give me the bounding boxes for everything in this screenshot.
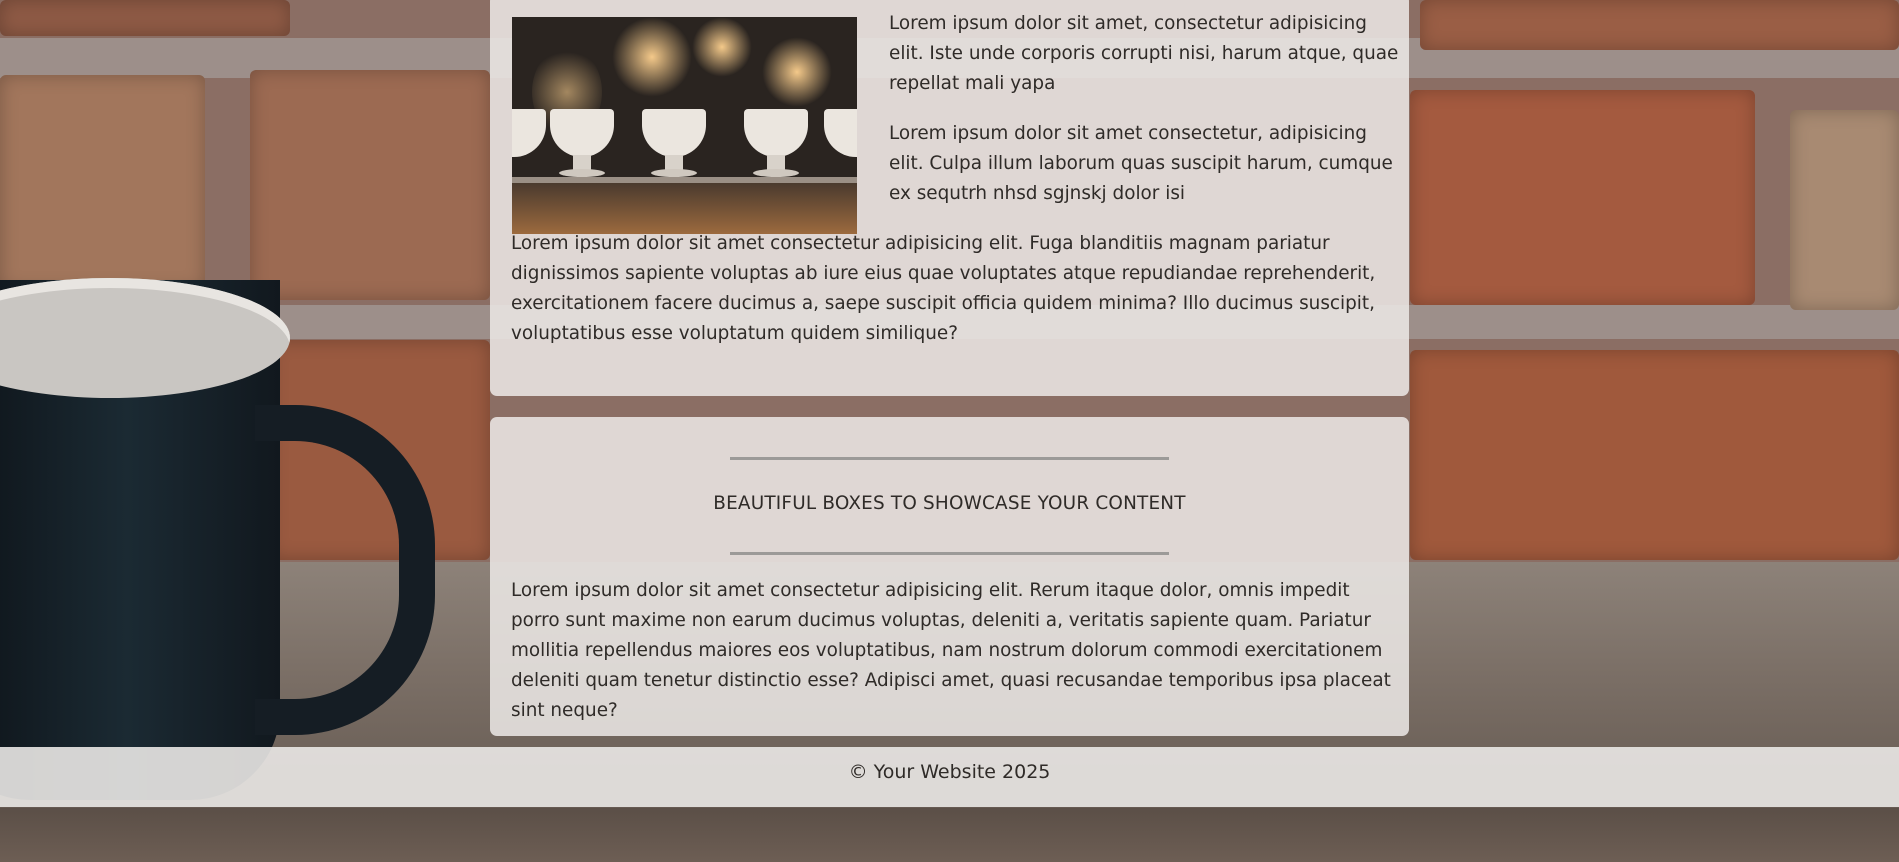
coffee-drippers-image — [512, 17, 857, 234]
content-box-showcase: BEAUTIFUL BOXES TO SHOWCASE YOUR CONTENT… — [490, 417, 1409, 736]
divider-bottom — [730, 552, 1169, 555]
bokeh-light — [762, 37, 832, 107]
showcase-paragraph: Lorem ipsum dolor sit amet consectetur a… — [511, 580, 1391, 721]
dripper-base — [559, 169, 605, 177]
article-paragraph-1: Lorem ipsum dolor sit amet, consectetur … — [889, 13, 1399, 94]
bokeh-light — [612, 17, 692, 97]
dripper-cup — [642, 109, 706, 157]
brick — [0, 75, 205, 290]
dripper-cup — [824, 109, 857, 157]
dripper-base — [753, 169, 799, 177]
brick — [1410, 90, 1755, 305]
counter-surface — [512, 183, 857, 234]
dripper-base — [651, 169, 697, 177]
dripper-cup — [512, 109, 546, 157]
brick — [250, 70, 490, 300]
brick — [0, 0, 290, 36]
copyright-text: © Your Website 2025 — [848, 761, 1051, 783]
bokeh-light — [692, 17, 752, 77]
dripper-cup — [550, 109, 614, 157]
brick — [1420, 0, 1899, 50]
site-footer: © Your Website 2025 — [0, 747, 1899, 807]
brick — [1790, 110, 1899, 310]
table-reflection — [0, 808, 1899, 862]
article-paragraph-2: Lorem ipsum dolor sit amet consectetur, … — [889, 123, 1393, 204]
content-box-article: Lorem ipsum dolor sit amet, consectetur … — [490, 0, 1409, 396]
article-paragraph-3: Lorem ipsum dolor sit amet consectetur a… — [511, 233, 1376, 344]
showcase-title: BEAUTIFUL BOXES TO SHOWCASE YOUR CONTENT — [713, 493, 1186, 514]
dripper-cup — [744, 109, 808, 157]
divider-top — [730, 457, 1169, 460]
brick — [1410, 350, 1899, 560]
